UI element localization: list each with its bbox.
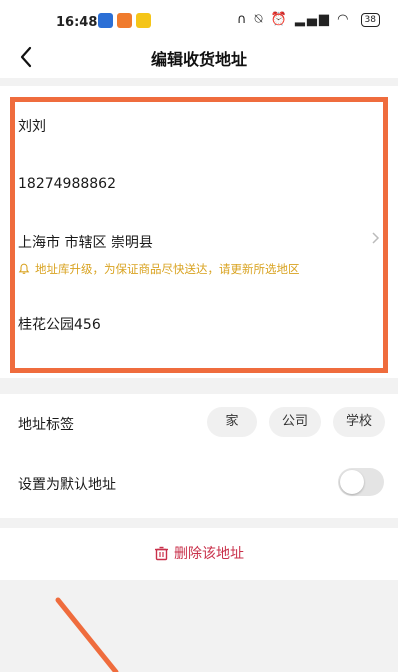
nav-bar: 编辑收货地址 [0, 40, 398, 78]
notice-text: 地址库升级，为保证商品尽快送达，请更新所选地区 [35, 262, 300, 276]
bell-icon [18, 263, 30, 275]
trash-icon [155, 546, 168, 560]
status-bar: 16:48 ∩ ⍉ ⏰ ▂▄▆ ◠ 38 [0, 0, 398, 40]
default-address-toggle[interactable] [338, 468, 384, 496]
delete-address-button[interactable]: 删除该地址 [0, 543, 398, 563]
mute-icon: ⍉ [254, 12, 265, 27]
battery-icon: 38 [360, 13, 380, 27]
page-title: 编辑收货地址 [150, 50, 247, 69]
status-time: 16:48 [56, 15, 98, 30]
address-label-title: 地址标签 [18, 417, 74, 433]
toggle-knob [340, 470, 364, 494]
tag-school[interactable]: 学校 [333, 407, 385, 437]
tag-home[interactable]: 家 [207, 407, 257, 437]
detail-address-field[interactable]: 桂花公园456 [18, 314, 101, 334]
default-address-label: 设置为默认地址 [18, 477, 116, 493]
wifi-icon: ◠ [337, 12, 351, 27]
app-notification-icon [98, 13, 113, 28]
recipient-name-field[interactable]: 刘刘 [18, 116, 46, 136]
status-icons: ∩ ⍉ ⏰ ▂▄▆ ◠ 38 [237, 12, 380, 27]
region-selector[interactable]: 上海市 市辖区 崇明县 [18, 232, 153, 252]
chevron-right-icon[interactable] [370, 231, 380, 245]
alarm-icon: ⏰ [270, 12, 289, 27]
annotation-arrow [55, 597, 119, 672]
signal-icon: ▂▄▆ [294, 12, 331, 27]
region-update-notice: 地址库升级，为保证商品尽快送达，请更新所选地区 [18, 261, 300, 277]
phone-field[interactable]: 18274988862 [18, 176, 116, 192]
headphone-icon: ∩ [236, 12, 249, 27]
app-notification-icon [117, 13, 132, 28]
delete-address-label: 删除该地址 [174, 546, 244, 562]
tag-company[interactable]: 公司 [269, 407, 321, 437]
app-notification-icon [136, 13, 151, 28]
